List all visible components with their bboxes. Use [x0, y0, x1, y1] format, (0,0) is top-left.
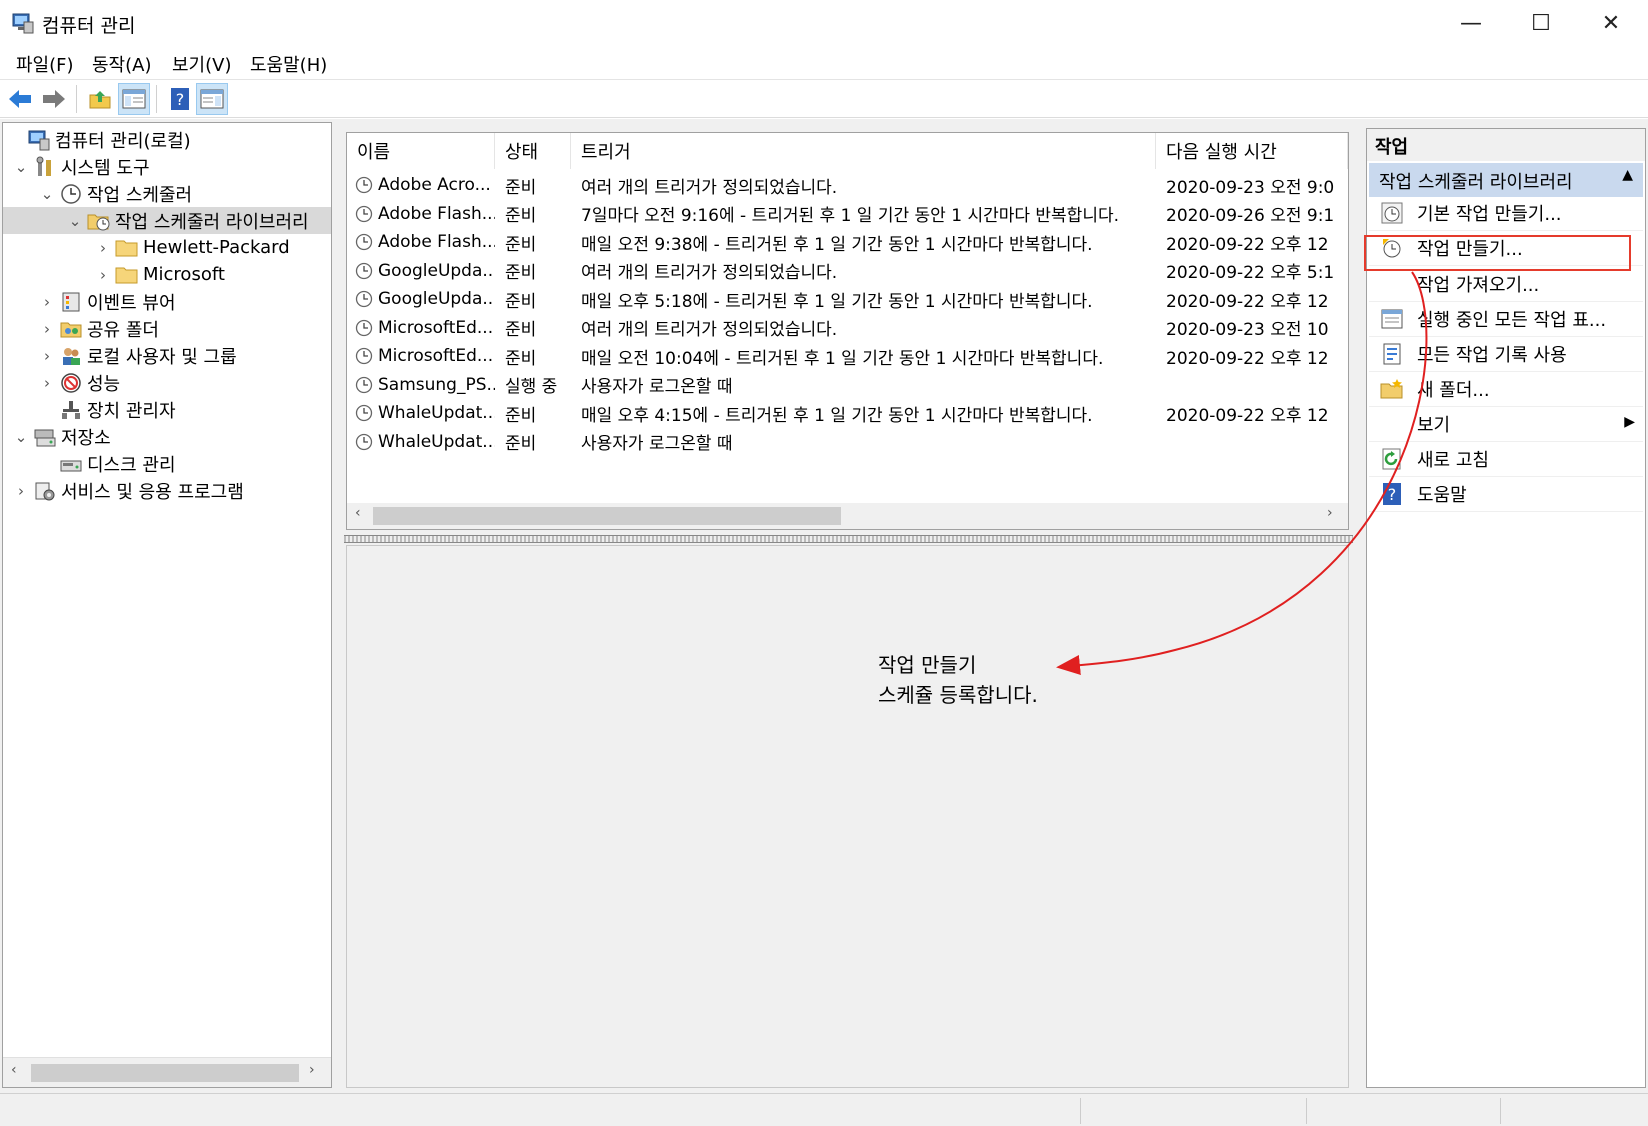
status-divider	[1080, 1098, 1081, 1124]
annotation-line: 스케쥴 등록합니다.	[878, 683, 1038, 707]
annotation-text: 작업 만들기 스케쥴 등록합니다.	[878, 650, 1038, 710]
annotation-arrow	[1056, 271, 1428, 675]
annotation-line: 작업 만들기	[878, 653, 977, 677]
status-divider	[1500, 1098, 1501, 1124]
status-divider	[1306, 1098, 1307, 1124]
status-bar	[0, 1093, 1648, 1126]
